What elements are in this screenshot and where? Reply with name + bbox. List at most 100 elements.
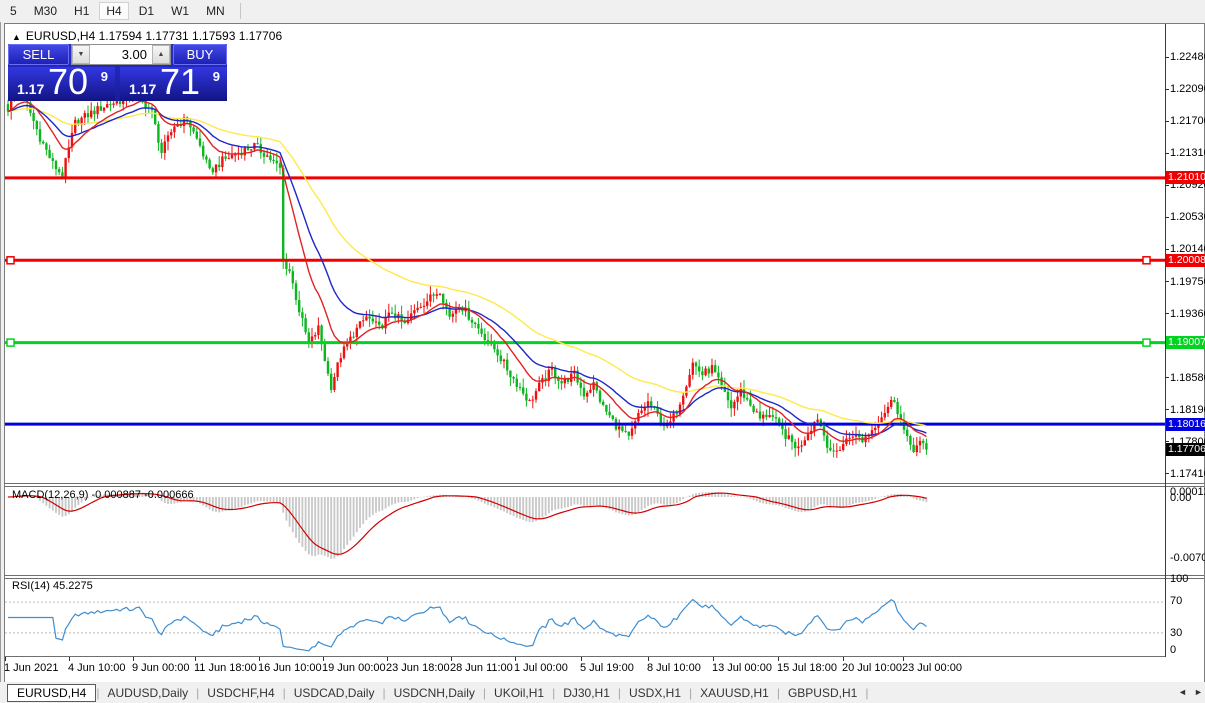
time-axis-label: 20 Jul 10:00 [842,662,902,674]
chart-tab-usdchf-h4[interactable]: USDCHF,H4 [199,685,282,701]
sell-price-pip: 9 [101,69,108,84]
price-axis-label: 1.18580 [1170,372,1205,384]
time-axis-label: 23 Jun 18:00 [386,662,450,674]
price-badge-1.19007: 1.19007 [1166,336,1205,349]
price-axis-label: 1.21700 [1170,115,1205,127]
price-axis-label: 1.21310 [1170,147,1205,159]
price-axis-label: 1.22480 [1170,51,1205,63]
time-axis-tick [843,657,844,661]
price-axis-label: 1.17410 [1170,468,1205,480]
buy-price-prefix: 1.17 [129,81,156,97]
ma-line-58 [8,109,926,427]
price-axis-label: 1.19750 [1170,276,1205,288]
rsi-label: RSI(14) 45.2275 [12,580,93,592]
rsi-axis-label: 0 [1170,644,1176,656]
price-badge-1.20008: 1.20008 [1166,254,1205,267]
volume-input[interactable]: 3.00 [90,45,152,64]
price-badge-1.18016: 1.18016 [1166,418,1205,431]
sell-price-panel[interactable]: 1.17 70 9 [8,67,115,101]
time-axis-tick [259,657,260,661]
price-badge-1.17706: 1.17706 [1166,443,1205,456]
time-axis-label: 23 Jul 00:00 [902,662,962,674]
time-axis-tick [387,657,388,661]
tab-eurusd-h4[interactable]: EURUSD,H4 [7,684,96,702]
timeframe-button-d1[interactable]: D1 [132,2,161,20]
timeframe-button-w1[interactable]: W1 [164,2,196,20]
price-axis-tick [1165,473,1169,474]
chart-tab-usdcnh-daily[interactable]: USDCNH,Daily [386,685,483,701]
price-axis-tick [1165,121,1169,122]
time-axis-label: 28 Jun 11:00 [450,662,513,674]
time-axis-tick [648,657,649,661]
time-axis-label: 9 Jun 00:00 [132,662,190,674]
time-axis-tick [581,657,582,661]
macd-axis-zero: 0.00 [1170,492,1191,504]
price-axis-tick [1165,409,1169,410]
time-axis-tick [69,657,70,661]
price-axis-label: 1.20530 [1170,211,1205,223]
horizontal-lines[interactable] [5,178,1165,424]
tab-scroll-right-icon[interactable]: ► [1194,687,1203,697]
price-axis-tick [1165,57,1169,58]
chart-title: ▲ EURUSD,H4 1.17594 1.17731 1.17593 1.177… [12,29,282,43]
buy-price-main: 71 [160,61,200,103]
price-axis-tick [1165,89,1169,90]
time-axis-label: 19 Jun 00:00 [322,662,386,674]
chart-tab-audusd-daily[interactable]: AUDUSD,Daily [99,685,196,701]
timeframe-button-h1[interactable]: H1 [67,2,96,20]
macd-axis-min: -0.00707 [1170,552,1205,564]
chart-tab-xauusd-h1[interactable]: XAUUSD,H1 [692,685,777,701]
price-axis-label: 1.19360 [1170,308,1205,320]
timeframe-button-mn[interactable]: MN [199,2,232,20]
window-left-edge [0,22,1,682]
panel-separator[interactable] [4,575,1204,576]
time-axis-label: 11 Jun 18:00 [194,662,257,674]
price-badge-1.21010: 1.21010 [1166,171,1205,184]
ma-line-13 [8,101,926,441]
timeframe-button-m30[interactable]: M30 [27,2,64,20]
one-click-trading-widget: SELL ▼ 3.00 ▲ BUY 1.17 70 9 1.17 71 9 [8,44,227,101]
rsi-axis-label: 70 [1170,595,1182,607]
time-axis-label: 1 Jun 2021 [4,662,58,674]
panel-separator[interactable] [4,483,1204,484]
buy-price-pip: 9 [213,69,220,84]
chart-tab-ukoil-h1[interactable]: UKOil,H1 [486,685,552,701]
time-axis-label: 16 Jun 10:00 [258,662,322,674]
timeframe-button-5[interactable]: 5 [3,2,24,20]
sell-price-prefix: 1.17 [17,81,44,97]
time-axis-tick [713,657,714,661]
time-axis-tick [133,657,134,661]
timeframe-button-h4[interactable]: H4 [99,2,128,20]
chart-tab-usdcad-daily[interactable]: USDCAD,Daily [286,685,383,701]
buy-price-panel[interactable]: 1.17 71 9 [120,67,227,101]
price-axis-tick [1165,249,1169,250]
time-axis-label: 15 Jul 18:00 [777,662,837,674]
macd-label: MACD(12,26,9) -0.000887 -0.000666 [12,489,194,501]
rsi-axis-label: 30 [1170,627,1182,639]
price-axis-tick [1165,217,1169,218]
rsi-axis-label: 100 [1170,573,1188,585]
time-axis-tick [515,657,516,661]
toolbar-separator [240,3,241,19]
chart-tab-gbpusd-h1[interactable]: GBPUSD,H1 [780,685,865,701]
sell-price-main: 70 [48,61,88,103]
tab-scroll-left-icon[interactable]: ◄ [1178,687,1187,697]
time-axis-tick [5,657,6,661]
rsi-panel-canvas[interactable] [5,579,1165,656]
time-axis-tick [778,657,779,661]
time-axis-label: 4 Jun 10:00 [68,662,126,674]
price-axis-label: 1.22090 [1170,83,1205,95]
chart-tab-bar: EURUSD,H4 |AUDUSD,Daily|USDCHF,H4|USDCAD… [0,682,1205,703]
price-axis-tick [1165,281,1169,282]
price-axis-tick [1165,185,1169,186]
timeframe-toolbar: 5M30H1H4D1W1MN [0,0,1205,22]
collapse-triangle-icon[interactable]: ▲ [12,32,21,42]
chart-title-text: EURUSD,H4 1.17594 1.17731 1.17593 1.1770… [26,29,282,43]
price-axis-tick [1165,377,1169,378]
time-axis-label: 13 Jul 00:00 [712,662,772,674]
chart-tab-usdx-h1[interactable]: USDX,H1 [621,685,689,701]
price-axis-tick [1165,153,1169,154]
price-axis-label: 1.18190 [1170,404,1205,416]
chart-tab-dj30-h1[interactable]: DJ30,H1 [555,685,618,701]
ma-line-25 [8,106,926,436]
